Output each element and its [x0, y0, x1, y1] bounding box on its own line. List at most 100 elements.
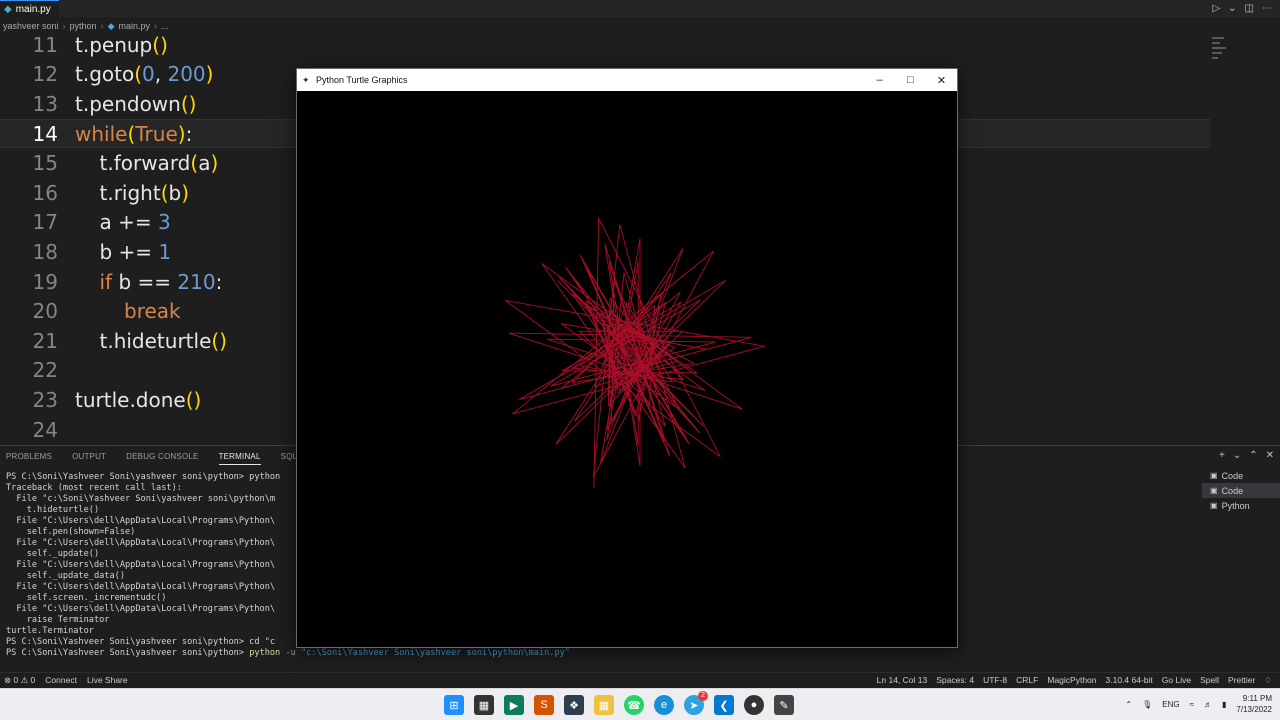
terminal-icon: ▣	[1210, 486, 1218, 495]
spell-button[interactable]: Spell	[1200, 675, 1219, 686]
file-explorer-icon[interactable]: ▦	[594, 695, 614, 715]
go-live-button[interactable]: Go Live	[1162, 675, 1191, 686]
prettier-button[interactable]: Prettier	[1228, 675, 1255, 686]
task-view-icon[interactable]: ▦	[474, 695, 494, 715]
line-ending[interactable]: CRLF	[1016, 675, 1038, 686]
line-number: 16	[32, 180, 58, 205]
telegram-icon[interactable]: ➤ 2	[684, 691, 708, 715]
terminal-list: ▣ Code ▣ Code ▣ Python	[1202, 468, 1280, 513]
volume-icon[interactable]: ♬	[1204, 700, 1212, 709]
line-number: 14	[32, 121, 58, 146]
terminal-item[interactable]: ▣ Python	[1202, 498, 1280, 513]
code-text: t.goto(0, 200)	[75, 62, 214, 87]
maximize-button[interactable]: □	[895, 74, 926, 87]
code-text: while(True):	[75, 121, 193, 146]
line-number: 21	[32, 328, 58, 353]
close-button[interactable]: ✕	[926, 74, 957, 87]
code-text: a += 3	[99, 210, 171, 235]
taskbar: ⊞ ▦ ▶ S ❖ ▦ ☎ e ➤ 2 ❮ ● ✎ ⌃ 🎙 ENG ≈ ♬ ▮ 9…	[0, 688, 1280, 720]
sublime-icon[interactable]: S	[534, 695, 554, 715]
connect-button[interactable]: Connect	[45, 675, 77, 686]
cursor-position[interactable]: Ln 14, Col 13	[877, 675, 928, 686]
chevron-down-icon[interactable]: ⌄	[1228, 3, 1236, 14]
vscode-icon[interactable]: ❮	[714, 695, 734, 715]
line-number: 12	[32, 62, 58, 87]
turtle-graphics-window[interactable]: ✦ Python Turtle Graphics – □ ✕	[296, 68, 958, 648]
line-number: 20	[32, 299, 58, 324]
indentation[interactable]: Spaces: 4	[936, 675, 974, 686]
turtle-drawing	[505, 217, 765, 489]
line-number: 11	[32, 32, 58, 57]
battery-icon[interactable]: ▮	[1222, 700, 1226, 709]
line-number: 23	[32, 387, 58, 412]
code-text: t.forward(a)	[99, 151, 219, 176]
terminal-icon: ▣	[1210, 501, 1218, 510]
code-text: if b == 210:	[99, 269, 223, 294]
terminal-item[interactable]: ▣ Code	[1202, 468, 1280, 483]
language-indicator[interactable]: ENG	[1162, 700, 1179, 709]
tab-terminal[interactable]: TERMINAL	[218, 452, 261, 465]
code-text: t.pendown()	[75, 91, 197, 116]
window-title: Python Turtle Graphics	[316, 75, 408, 85]
turtle-canvas	[297, 91, 957, 647]
line-number: 15	[32, 151, 58, 176]
tab-debug-console[interactable]: DEBUG CONSOLE	[126, 452, 198, 461]
close-icon[interactable]: ✕	[1266, 450, 1274, 461]
edge-icon[interactable]: e	[654, 695, 674, 715]
tab-label: main.py	[15, 3, 51, 15]
windows-start-icon[interactable]: ⊞	[444, 695, 464, 715]
python-file-icon: ◆	[4, 3, 12, 15]
line-number: 13	[32, 91, 58, 116]
screen: { "tab": {"icon": "python-file-icon", "l…	[0, 0, 1280, 720]
tab-output[interactable]: OUTPUT	[72, 452, 106, 461]
obs-icon[interactable]: ●	[744, 695, 764, 715]
line-number: 18	[32, 239, 58, 264]
wifi-icon[interactable]: ≈	[1190, 700, 1194, 709]
window-titlebar[interactable]: ✦ Python Turtle Graphics – □ ✕	[297, 69, 957, 91]
code-text: b += 1	[99, 239, 172, 264]
terminal-command: python	[249, 648, 281, 658]
panel-actions: + ⌄ ⌃ ✕	[1219, 450, 1274, 461]
line-number: 17	[32, 210, 58, 235]
code-text: turtle.done()	[75, 387, 202, 412]
chevron-up-icon[interactable]: ⌃	[1125, 700, 1132, 709]
code-text: t.right(b)	[99, 180, 190, 205]
python-window-icon[interactable]: ✎	[774, 695, 794, 715]
pycharm-icon[interactable]: ▶	[504, 695, 524, 715]
taskbar-apps: ⊞ ▦ ▶ S ❖ ▦ ☎ e ➤ 2 ❮ ● ✎	[444, 691, 794, 715]
live-share-button[interactable]: Live Share	[87, 675, 128, 686]
chevron-down-icon[interactable]: ⌄	[1233, 450, 1241, 461]
terminal-prompt: PS C:\Soni\Yashveer Soni\yashveer soni\p…	[6, 648, 250, 658]
code-line[interactable]: 11 t.penup()	[0, 30, 1210, 60]
encoding[interactable]: UTF-8	[983, 675, 1007, 686]
minimize-button[interactable]: –	[864, 74, 895, 87]
code-text: t.hideturtle()	[99, 328, 228, 353]
system-tray: ⌃ 🎙 ENG ≈ ♬ ▮ 9:11 PM 7/13/2022	[1125, 693, 1272, 715]
problems-count[interactable]: ⊗ 0 ⚠ 0	[4, 675, 35, 686]
terminal-flag: -u	[280, 648, 301, 658]
feather-icon: ✦	[302, 74, 310, 85]
python-interpreter[interactable]: 3.10.4 64-bit	[1106, 675, 1153, 686]
code-text: break	[124, 299, 181, 324]
terminal-argument: "c:\Soni\Yashveer Soni\yashveer soni\pyt…	[300, 648, 570, 658]
run-icon[interactable]: ▷	[1212, 3, 1220, 14]
clock[interactable]: 9:11 PM 7/13/2022	[1236, 693, 1272, 715]
line-number: 19	[32, 269, 58, 294]
microphone-icon[interactable]: 🎙	[1142, 700, 1152, 709]
notification-badge: 2	[698, 691, 708, 701]
line-number: 22	[32, 358, 58, 383]
whatsapp-icon[interactable]: ☎	[624, 695, 644, 715]
terminal-line: PS C:\Soni\Yashveer Soni\yashveer soni\p…	[6, 648, 1196, 659]
tab-main-py[interactable]: ◆ main.py	[0, 0, 59, 17]
minimap[interactable]	[1210, 34, 1230, 74]
add-terminal-icon[interactable]: +	[1219, 450, 1225, 461]
split-editor-icon[interactable]: ◫	[1245, 3, 1254, 14]
bell-icon[interactable]: ♢	[1264, 675, 1272, 686]
tab-problems[interactable]: PROBLEMS	[6, 452, 52, 461]
more-icon[interactable]: ⋯	[1262, 3, 1272, 14]
maximize-panel-icon[interactable]: ⌃	[1249, 450, 1257, 461]
editor-tab-bar: ◆ main.py ▷ ⌄ ◫ ⋯	[0, 0, 1280, 17]
terminal-item[interactable]: ▣ Code	[1202, 483, 1280, 498]
language-mode[interactable]: MagicPython	[1047, 675, 1096, 686]
vscode-insiders-icon[interactable]: ❖	[564, 695, 584, 715]
